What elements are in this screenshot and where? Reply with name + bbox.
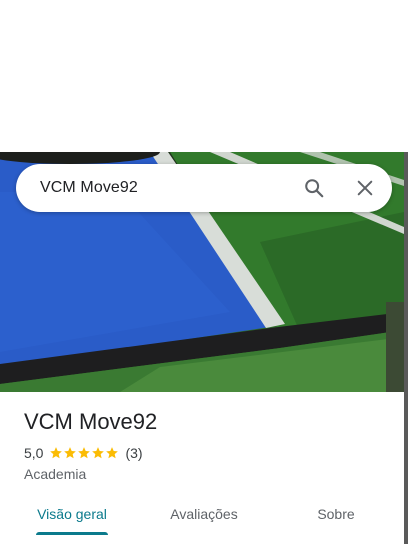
star-rating — [49, 446, 119, 460]
search-icon[interactable] — [298, 172, 330, 204]
close-icon[interactable] — [349, 172, 381, 204]
place-title: VCM Move92 — [24, 409, 158, 434]
rating-row[interactable]: 5,0 (3) — [24, 444, 143, 462]
maps-place-panel: VCM Move92 VCM Move92 5,0 (3) Academia V… — [0, 0, 408, 544]
rating-value: 5,0 — [24, 445, 44, 461]
search-bar[interactable]: VCM Move92 — [16, 164, 392, 212]
tab-selected-indicator — [36, 532, 108, 535]
tab-overview[interactable]: Visão geral — [22, 492, 122, 536]
top-blank-area — [0, 0, 408, 152]
search-query-text[interactable]: VCM Move92 — [40, 164, 138, 212]
star-icon — [106, 447, 119, 459]
tab-reviews[interactable]: Avaliações — [154, 492, 254, 536]
scrollbar-edge — [404, 152, 408, 544]
star-icon — [78, 447, 91, 459]
star-icon — [64, 447, 77, 459]
place-tabs: Visão geral Avaliações Sobre — [0, 492, 404, 536]
star-icon — [92, 447, 105, 459]
star-icon — [50, 447, 63, 459]
review-count[interactable]: (3) — [125, 445, 142, 461]
place-category[interactable]: Academia — [24, 465, 86, 483]
tab-about[interactable]: Sobre — [286, 492, 386, 536]
